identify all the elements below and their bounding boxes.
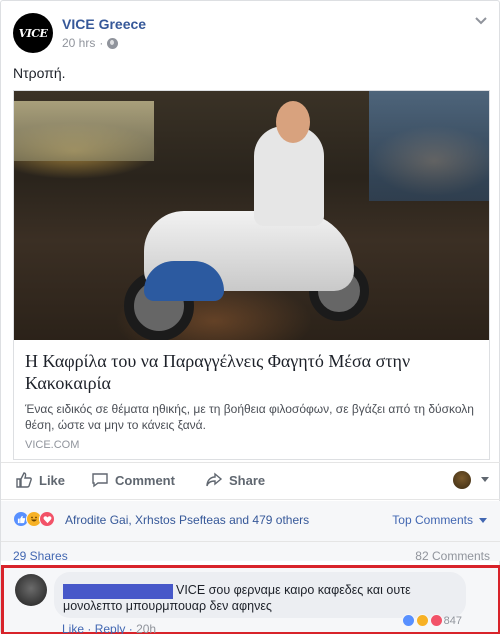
share-button[interactable]: Share xyxy=(205,471,265,489)
reaction-names-link[interactable]: Afrodite Gai, Xrhstos Psefteas and 479 o… xyxy=(65,513,309,527)
image-storefront xyxy=(369,91,489,201)
comment-reaction-count: 847 xyxy=(443,614,462,627)
link-title[interactable]: Η Καφρίλα του να Παραγγέλνεις Φαγητό Μέσ… xyxy=(25,350,475,394)
post-text: Ντροπή. xyxy=(13,65,66,81)
like-reaction-icon xyxy=(401,614,415,627)
top-comments-label: Top Comments xyxy=(392,513,473,527)
chevron-down-icon[interactable] xyxy=(481,477,489,482)
like-button[interactable]: Like xyxy=(15,471,65,489)
shares-count-link[interactable]: 29 Shares xyxy=(13,549,68,563)
like-label: Like xyxy=(39,472,66,488)
divider xyxy=(1,499,500,500)
reactions-bar: Afrodite Gai, Xrhstos Psefteas and 479 o… xyxy=(1,501,500,563)
comment-icon xyxy=(92,473,108,488)
share-label: Share xyxy=(229,472,266,488)
comment-reply-link[interactable]: Reply xyxy=(95,622,126,634)
post-timestamp[interactable]: 20 hrs xyxy=(62,36,95,50)
image-rider-head xyxy=(276,101,310,143)
comment-text-line2: μονολεπτο μπουρμπουαρ δεν αφηνες xyxy=(63,599,272,613)
image-scooter-fender xyxy=(144,261,224,301)
comment-label: Comment xyxy=(115,472,175,488)
reaction-icons[interactable] xyxy=(13,511,55,527)
post-actions: Like Comment Share xyxy=(1,467,500,495)
caret-down-icon xyxy=(479,517,487,523)
post-meta: 20 hrs · xyxy=(62,36,119,50)
haha-reaction-icon xyxy=(415,614,429,627)
link-preview-image[interactable] xyxy=(14,91,489,340)
chevron-down-icon[interactable] xyxy=(475,17,487,25)
link-preview-card[interactable]: Η Καφρίλα του να Παραγγέλνεις Φαγητό Μέσ… xyxy=(13,90,490,460)
redacted-commenter-name xyxy=(63,584,173,599)
comment-text-line1: VICE σου φερναμε καιρο καφεδες και ουτε xyxy=(176,583,411,597)
commenter-avatar[interactable] xyxy=(15,574,47,606)
comment-bubble: VICE σου φερναμε καιρο καφεδες και ουτε … xyxy=(54,572,466,618)
comment-button[interactable]: Comment xyxy=(91,471,175,489)
comment-like-link[interactable]: Like xyxy=(62,622,84,634)
thumbs-up-icon xyxy=(16,472,32,488)
facebook-post: VICE VICE Greece 20 hrs · Ντροπή. Η Καφρ… xyxy=(0,0,500,634)
page-name-link[interactable]: VICE Greece xyxy=(62,16,146,32)
comments-count: 82 Comments xyxy=(415,549,490,563)
link-domain: VICE.COM xyxy=(25,439,80,451)
divider xyxy=(1,462,500,463)
link-description: Ένας ειδικός σε θέματα ηθικής, με τη βοή… xyxy=(25,402,474,432)
top-comments-dropdown[interactable]: Top Comments xyxy=(392,513,487,527)
post-header: VICE VICE Greece 20 hrs · xyxy=(13,13,489,53)
avatar-logo-text: VICE xyxy=(18,26,48,40)
love-reaction-icon xyxy=(39,511,55,527)
highlighted-comment: VICE σου φερναμε καιρο καφεδες και ουτε … xyxy=(1,565,500,634)
share-arrow-icon xyxy=(206,472,223,487)
comment-reactions[interactable]: 847 xyxy=(401,614,462,627)
globe-icon xyxy=(107,37,119,49)
page-avatar[interactable]: VICE xyxy=(13,13,53,53)
image-bus xyxy=(14,101,154,161)
viewer-avatar[interactable] xyxy=(453,471,471,489)
comment-actions: Like · Reply · 20h xyxy=(62,622,157,634)
comment-timestamp[interactable]: 20h xyxy=(136,622,156,634)
love-reaction-icon xyxy=(429,614,443,627)
divider xyxy=(1,541,500,542)
